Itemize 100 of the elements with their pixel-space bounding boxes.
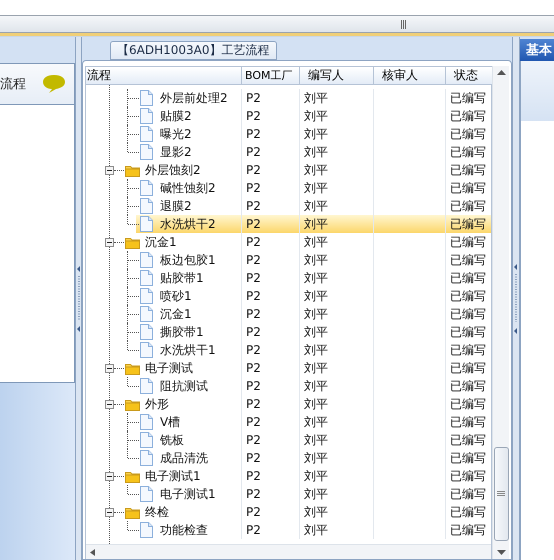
table-cell: 刘平 bbox=[300, 341, 374, 359]
table-cell: P2 bbox=[242, 179, 300, 197]
table-cell: P2 bbox=[242, 215, 300, 233]
table-cell: 刘平 bbox=[300, 521, 374, 539]
scrollbar-thumb[interactable] bbox=[494, 447, 508, 541]
document-icon bbox=[140, 450, 153, 466]
table-cell: P2 bbox=[242, 431, 300, 449]
column-header[interactable]: 核审人 bbox=[374, 67, 446, 85]
scroll-left-icon[interactable] bbox=[90, 548, 95, 556]
tree-label: 撕胶带1 bbox=[160, 324, 204, 340]
column-header[interactable]: 流程 bbox=[86, 67, 242, 85]
table-cell: 刘平 bbox=[300, 143, 374, 161]
table-cell: P2 bbox=[242, 323, 300, 341]
table-cell: 刘平 bbox=[300, 431, 374, 449]
speech-bubble-icon bbox=[42, 74, 66, 94]
grip-icon[interactable] bbox=[401, 20, 407, 28]
document-icon bbox=[140, 198, 153, 214]
document-icon bbox=[140, 342, 153, 358]
document-icon bbox=[140, 324, 153, 340]
collapse-icon[interactable] bbox=[105, 508, 114, 516]
table-cell: 刘平 bbox=[300, 359, 374, 377]
table-cell: 刘平 bbox=[300, 107, 374, 125]
column-header[interactable]: BOM工厂 bbox=[242, 67, 300, 85]
tree-label: 功能检查 bbox=[160, 522, 208, 538]
table-cell: 刘平 bbox=[300, 161, 374, 179]
table-cell: 刘平 bbox=[300, 269, 374, 287]
collapse-icon[interactable] bbox=[105, 400, 114, 408]
tree-label: 曝光2 bbox=[160, 126, 192, 142]
table-cell: 刘平 bbox=[300, 395, 374, 413]
tree-label: 贴膜2 bbox=[160, 108, 192, 124]
panel-tab[interactable]: 【6ADH1003A0】工艺流程 bbox=[110, 41, 276, 60]
table-cell: P2 bbox=[242, 449, 300, 467]
splitter-handle-icon[interactable] bbox=[514, 264, 518, 334]
table-cell: 刘平 bbox=[300, 251, 374, 269]
table-cell: 刘平 bbox=[300, 179, 374, 197]
table-cell: P2 bbox=[242, 359, 300, 377]
document-icon bbox=[140, 144, 153, 160]
table-cell: P2 bbox=[242, 287, 300, 305]
tree-label: 显影2 bbox=[160, 144, 192, 160]
splitter-handle-icon[interactable] bbox=[76, 266, 80, 332]
tree-label: 沉金1 bbox=[145, 234, 177, 250]
document-icon bbox=[140, 126, 153, 142]
table-cell: 刘平 bbox=[300, 125, 374, 143]
tree-label: 碱性蚀刻2 bbox=[160, 180, 216, 196]
document-icon bbox=[140, 216, 153, 232]
grip-icon bbox=[497, 491, 505, 497]
table-cell: 刘平 bbox=[300, 503, 374, 521]
collapse-icon[interactable] bbox=[105, 166, 114, 174]
table-cell: P2 bbox=[242, 161, 300, 179]
tree-label: 沉金1 bbox=[160, 306, 192, 322]
folder-icon bbox=[125, 506, 140, 518]
folder-icon bbox=[125, 398, 140, 410]
table-cell: 刘平 bbox=[300, 485, 374, 503]
document-icon bbox=[140, 432, 153, 448]
tree-label: 终检 bbox=[145, 504, 169, 520]
tree-label: 外层前处理2 bbox=[160, 90, 228, 106]
tree-label: 阻抗测试 bbox=[160, 378, 208, 394]
document-icon bbox=[140, 522, 153, 538]
tree-label: 板边包胶1 bbox=[160, 252, 216, 268]
tree-label: 水洗烘干1 bbox=[160, 342, 216, 358]
collapse-icon[interactable] bbox=[105, 238, 114, 246]
table-cell: 刘平 bbox=[300, 449, 374, 467]
table-cell: 刘平 bbox=[300, 305, 374, 323]
table-cell: 刘平 bbox=[300, 377, 374, 395]
tree-label: 贴胶带1 bbox=[160, 270, 204, 286]
document-icon bbox=[140, 306, 153, 322]
table-cell: P2 bbox=[242, 467, 300, 485]
column-header[interactable]: 编写人 bbox=[300, 67, 374, 85]
column-header[interactable]: 状态 bbox=[446, 67, 494, 85]
table-cell: P2 bbox=[242, 125, 300, 143]
tree-label: 铣板 bbox=[160, 432, 184, 448]
panel-title: 流程 bbox=[0, 76, 26, 93]
table-cell: P2 bbox=[242, 503, 300, 521]
tree-label: 电子测试1 bbox=[160, 486, 216, 502]
table-cell: P2 bbox=[242, 413, 300, 431]
tree-label: 水洗烘干2 bbox=[160, 216, 216, 232]
tree-label: 退膜2 bbox=[160, 198, 192, 214]
table-cell: P2 bbox=[242, 305, 300, 323]
table-cell: P2 bbox=[242, 377, 300, 395]
folder-icon bbox=[125, 164, 140, 176]
table-cell: P2 bbox=[242, 107, 300, 125]
table-cell: 刘平 bbox=[300, 215, 374, 233]
table-cell: 刘平 bbox=[300, 287, 374, 305]
panel-tab[interactable]: 基本 bbox=[520, 39, 554, 61]
table-cell: 刘平 bbox=[300, 413, 374, 431]
folder-icon bbox=[125, 470, 140, 482]
collapse-icon[interactable] bbox=[105, 364, 114, 372]
document-icon bbox=[140, 252, 153, 268]
document-icon bbox=[140, 90, 153, 106]
document-icon bbox=[140, 108, 153, 124]
table-cell: 刘平 bbox=[300, 323, 374, 341]
tree-label: V槽 bbox=[160, 414, 180, 430]
tree-label: 外形 bbox=[145, 396, 169, 412]
table-cell: P2 bbox=[242, 485, 300, 503]
table-cell: P2 bbox=[242, 341, 300, 359]
collapse-icon[interactable] bbox=[105, 472, 114, 480]
document-icon bbox=[140, 486, 153, 502]
document-icon bbox=[140, 378, 153, 394]
table-cell: P2 bbox=[242, 395, 300, 413]
table-cell: P2 bbox=[242, 143, 300, 161]
